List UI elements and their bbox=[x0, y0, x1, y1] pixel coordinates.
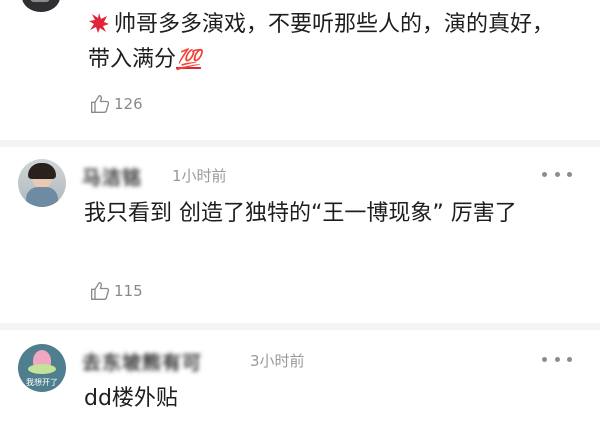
divider bbox=[0, 140, 600, 147]
timestamp: 3小时前 bbox=[250, 352, 305, 370]
thumbs-up-icon bbox=[91, 282, 110, 300]
angry-face-emoji bbox=[88, 11, 110, 33]
comment-text: 我只看到 创造了独特的“王一博现象” 厉害了 bbox=[84, 201, 517, 226]
like-button[interactable]: 126 bbox=[90, 94, 143, 114]
like-count: 126 bbox=[114, 95, 143, 113]
more-dots-icon bbox=[542, 171, 547, 177]
more-options-button[interactable] bbox=[542, 354, 572, 364]
comment-3: 我想开了 去东坡熊有可 3小时前 dd楼外贴 bbox=[0, 330, 600, 448]
divider bbox=[0, 323, 600, 330]
more-options-button[interactable] bbox=[542, 169, 572, 179]
timestamp: 1小时前 bbox=[172, 167, 227, 185]
comment-text: dd楼外贴 bbox=[84, 386, 178, 411]
thumbs-up-icon bbox=[91, 95, 110, 114]
avatar-caption: 我想开了 bbox=[26, 378, 58, 387]
like-count: 115 bbox=[114, 282, 143, 300]
comment-1: 帅哥多多演戏，不要听那些人的，演的真好，带入满分💯 126 bbox=[0, 0, 600, 150]
avatar[interactable]: 我想开了 bbox=[18, 344, 66, 392]
like-button[interactable]: 115 bbox=[90, 281, 143, 301]
comment-2: 马洁铭 1小时前 我只看到 创造了独特的“王一博现象” 厉害了 115 bbox=[0, 147, 600, 317]
avatar[interactable] bbox=[18, 159, 66, 207]
comment-text: 帅哥多多演戏，不要听那些人的，演的真好，带入满分💯 bbox=[88, 8, 558, 77]
hundred-points-emoji: 💯 bbox=[176, 47, 201, 71]
comment-text-body: 帅哥多多演戏，不要听那些人的，演的真好，带入满分 bbox=[88, 12, 555, 72]
username[interactable]: 马洁铭 bbox=[82, 163, 142, 190]
username[interactable]: 去东坡熊有可 bbox=[82, 348, 202, 375]
more-dots-icon bbox=[542, 356, 547, 362]
